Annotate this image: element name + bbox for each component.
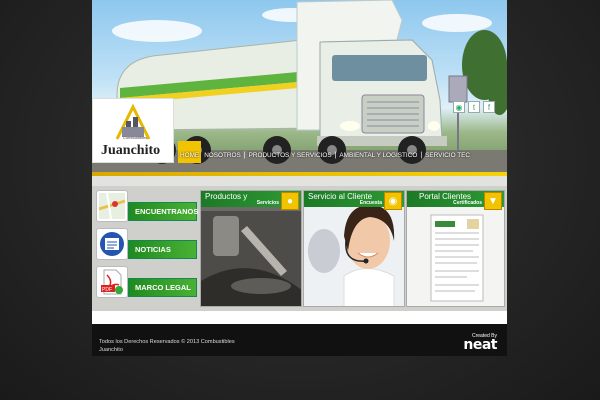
twitter-icon[interactable]: t bbox=[468, 101, 480, 113]
panel-productos[interactable]: Productos y Servicios ● bbox=[200, 190, 302, 307]
panel-portal-header: Portal Clientes Certificados ▼ bbox=[407, 191, 504, 210]
marco-legal-button[interactable]: MARCO LEGAL bbox=[128, 278, 197, 297]
nav-item-ambiental[interactable]: AMBIENTAL Y LOGISTICO bbox=[336, 152, 420, 163]
nav-item-productos[interactable]: PRODUCTOS Y SERVICIOS bbox=[246, 152, 335, 163]
agency-logo[interactable]: neat bbox=[463, 337, 497, 353]
svg-text:PDF: PDF bbox=[102, 287, 112, 293]
rss-icon[interactable]: ◉ bbox=[453, 101, 465, 113]
panel-productos-subtitle: Servicios bbox=[256, 200, 279, 206]
content-area: ENCUENTRANOS NOTICIAS PDF MARCO LEGAL Pr… bbox=[92, 186, 507, 311]
map-icon bbox=[96, 190, 128, 222]
pdf-icon: PDF bbox=[96, 266, 128, 298]
facebook-icon[interactable]: f bbox=[483, 101, 495, 113]
sidebar-item-encuentranos[interactable]: ENCUENTRANOS bbox=[96, 190, 198, 224]
social-links: ◉ t f bbox=[453, 101, 495, 113]
nav-item-servicio-tec[interactable]: SERVICIO TEC bbox=[422, 152, 473, 163]
brand-tagline: Combustibles bbox=[123, 135, 148, 140]
panel-servicio-subtitle: Encuesta bbox=[359, 200, 382, 206]
sidebar-item-noticias[interactable]: NOTICIAS bbox=[96, 228, 197, 262]
triangle-down-icon[interactable]: ▼ bbox=[484, 192, 502, 210]
noticias-button[interactable]: NOTICIAS bbox=[128, 240, 197, 259]
panel-servicio-cliente[interactable]: Servicio al Cliente Encuesta ◉ bbox=[303, 190, 405, 307]
rss-feed-icon: ◉ bbox=[384, 192, 402, 210]
panel-productos-title: Productos y bbox=[205, 192, 248, 201]
copyright-text: Todos los Derechos Reservados © 2013 Com… bbox=[99, 339, 235, 353]
panel-servicio-header: Servicio al Cliente Encuesta ◉ bbox=[304, 191, 404, 210]
divider-band bbox=[92, 176, 507, 186]
fuel-drop-icon: ● bbox=[281, 192, 299, 210]
page-container: ◉ t f Combustibles Juanchito HOME NOSOTR… bbox=[92, 0, 507, 356]
news-icon bbox=[96, 228, 128, 260]
sidebar-item-marco-legal[interactable]: PDF MARCO LEGAL bbox=[96, 266, 197, 300]
panel-portal-subtitle: Certificados bbox=[453, 200, 482, 206]
nav-item-home[interactable]: HOME bbox=[178, 141, 202, 163]
encuentranos-button[interactable]: ENCUENTRANOS bbox=[128, 202, 198, 221]
footer: Todos los Derechos Reservados © 2013 Com… bbox=[92, 324, 507, 356]
hero-banner: ◉ t f Combustibles Juanchito HOME NOSOTR… bbox=[92, 0, 507, 174]
panel-productos-header: Productos y Servicios ● bbox=[201, 191, 301, 210]
panel-portal-clientes[interactable]: Portal Clientes Certificados ▼ bbox=[406, 190, 505, 307]
nav-item-nosotros[interactable]: NOSOTROS bbox=[201, 152, 244, 163]
main-nav: HOME NOSOTROS | PRODUCTOS Y SERVICIOS | … bbox=[92, 141, 507, 163]
